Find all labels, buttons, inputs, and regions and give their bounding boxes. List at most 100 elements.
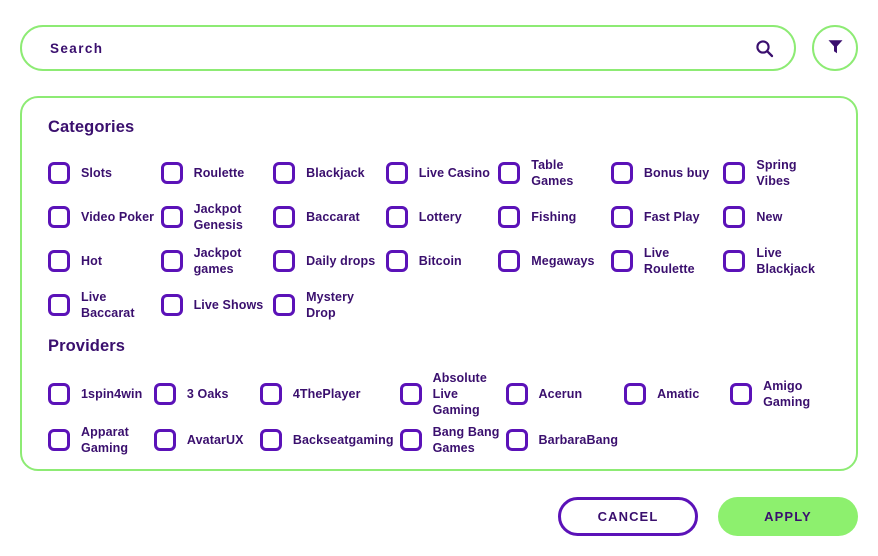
provider-checkbox[interactable] bbox=[399, 429, 422, 451]
category-checkbox[interactable] bbox=[498, 206, 521, 228]
provider-item[interactable]: Apparat Gaming bbox=[48, 418, 148, 462]
category-checkbox[interactable] bbox=[385, 250, 408, 272]
category-checkbox[interactable] bbox=[273, 294, 296, 316]
category-label: Video Poker bbox=[81, 210, 155, 224]
search-row bbox=[20, 25, 858, 71]
providers-grid: 1spin4win 3 Oaks 4ThePlayer Absolute Live G… bbox=[48, 370, 830, 462]
category-checkbox[interactable] bbox=[160, 162, 183, 184]
provider-item[interactable]: BarbaraBang bbox=[505, 418, 619, 462]
category-item[interactable]: Video Poker bbox=[48, 195, 155, 239]
provider-checkbox[interactable] bbox=[399, 383, 422, 405]
provider-checkbox[interactable] bbox=[259, 429, 282, 451]
category-checkbox[interactable] bbox=[48, 250, 70, 272]
provider-item[interactable]: Acerun bbox=[505, 370, 619, 418]
category-label: Spring Vibes bbox=[756, 158, 797, 188]
category-checkbox[interactable] bbox=[610, 162, 633, 184]
category-checkbox[interactable] bbox=[273, 250, 296, 272]
provider-item[interactable]: 4ThePlayer bbox=[259, 370, 394, 418]
categories-title: Categories bbox=[48, 118, 135, 136]
category-item[interactable]: Lottery bbox=[385, 195, 493, 239]
category-item[interactable]: Table Games bbox=[498, 151, 605, 195]
search-box[interactable] bbox=[20, 25, 796, 71]
category-item[interactable]: New bbox=[723, 195, 830, 239]
provider-item[interactable]: Absolute Live Gaming bbox=[399, 370, 500, 418]
category-label: Hot bbox=[81, 254, 103, 268]
category-item[interactable]: Bonus buy bbox=[610, 151, 718, 195]
category-label: Daily drops bbox=[306, 254, 376, 268]
category-item[interactable]: Live Baccarat bbox=[48, 283, 155, 327]
category-item[interactable]: Bitcoin bbox=[385, 239, 493, 283]
category-item[interactable]: Spring Vibes bbox=[723, 151, 830, 195]
category-checkbox[interactable] bbox=[160, 206, 183, 228]
search-input[interactable] bbox=[48, 26, 752, 70]
category-item[interactable]: Jackpot games bbox=[160, 239, 268, 283]
filter-button[interactable] bbox=[812, 25, 858, 71]
dialog-footer: CANCEL APPLY bbox=[20, 496, 858, 536]
provider-checkbox[interactable] bbox=[48, 383, 70, 405]
category-label: Jackpot Genesis bbox=[193, 202, 243, 232]
category-checkbox[interactable] bbox=[723, 162, 746, 184]
category-label: Blackjack bbox=[306, 166, 365, 180]
category-item[interactable]: Roulette bbox=[160, 151, 268, 195]
provider-item[interactable]: AvatarUX bbox=[153, 418, 254, 462]
category-checkbox[interactable] bbox=[610, 206, 633, 228]
categories-section: Categories Slots Roulette Blackjack Live Ca… bbox=[48, 118, 830, 327]
provider-label: Amatic bbox=[657, 387, 700, 401]
category-checkbox[interactable] bbox=[160, 294, 183, 316]
provider-checkbox[interactable] bbox=[505, 429, 528, 451]
category-item[interactable]: Live Roulette bbox=[610, 239, 718, 283]
provider-item[interactable]: Backseatgaming bbox=[259, 418, 394, 462]
category-item[interactable]: Fishing bbox=[498, 195, 605, 239]
category-checkbox[interactable] bbox=[48, 294, 70, 316]
providers-title: Providers bbox=[48, 337, 126, 355]
category-checkbox[interactable] bbox=[498, 162, 521, 184]
provider-checkbox[interactable] bbox=[259, 383, 282, 405]
category-item[interactable]: Jackpot Genesis bbox=[160, 195, 268, 239]
apply-button[interactable]: APPLY bbox=[718, 496, 858, 536]
provider-label: BarbaraBang bbox=[538, 433, 619, 447]
provider-item[interactable]: Amigo Gaming bbox=[730, 370, 830, 418]
category-item[interactable]: Live Shows bbox=[160, 283, 268, 327]
provider-checkbox[interactable] bbox=[48, 429, 70, 451]
category-checkbox[interactable] bbox=[48, 162, 70, 184]
category-item[interactable]: Hot bbox=[48, 239, 155, 283]
category-label: Live Baccarat bbox=[81, 290, 135, 320]
provider-checkbox[interactable] bbox=[505, 383, 528, 405]
category-item[interactable]: Megaways bbox=[498, 239, 605, 283]
category-item[interactable]: Live Blackjack bbox=[723, 239, 830, 283]
category-checkbox[interactable] bbox=[723, 250, 746, 272]
category-checkbox[interactable] bbox=[273, 162, 296, 184]
filter-panel: Categories Slots Roulette Blackjack Live Ca… bbox=[20, 96, 858, 471]
category-checkbox[interactable] bbox=[723, 206, 746, 228]
provider-item[interactable]: Bang Bang Games bbox=[399, 418, 500, 462]
category-item[interactable]: Fast Play bbox=[610, 195, 718, 239]
category-item[interactable]: Baccarat bbox=[273, 195, 380, 239]
category-label: Baccarat bbox=[306, 210, 360, 224]
provider-item[interactable]: Amatic bbox=[624, 370, 724, 418]
category-checkbox[interactable] bbox=[273, 206, 296, 228]
category-checkbox[interactable] bbox=[498, 250, 521, 272]
category-checkbox[interactable] bbox=[610, 250, 633, 272]
category-checkbox[interactable] bbox=[385, 206, 408, 228]
category-item[interactable]: Mystery Drop bbox=[273, 283, 380, 327]
provider-label: 1spin4win bbox=[81, 387, 143, 401]
category-label: Fast Play bbox=[643, 210, 700, 224]
category-checkbox[interactable] bbox=[48, 206, 70, 228]
category-item[interactable]: Blackjack bbox=[273, 151, 380, 195]
cancel-button[interactable]: CANCEL bbox=[558, 496, 698, 536]
category-item[interactable]: Slots bbox=[48, 151, 155, 195]
category-checkbox[interactable] bbox=[160, 250, 183, 272]
provider-checkbox[interactable] bbox=[153, 429, 176, 451]
provider-item[interactable]: 1spin4win bbox=[48, 370, 148, 418]
category-label: Megaways bbox=[531, 254, 595, 268]
provider-checkbox[interactable] bbox=[624, 383, 647, 405]
category-item[interactable]: Live Casino bbox=[385, 151, 493, 195]
provider-label: Backseatgaming bbox=[292, 433, 394, 447]
category-item[interactable]: Daily drops bbox=[273, 239, 380, 283]
provider-checkbox[interactable] bbox=[730, 383, 753, 405]
provider-checkbox[interactable] bbox=[153, 383, 176, 405]
category-checkbox[interactable] bbox=[385, 162, 408, 184]
category-label: Table Games bbox=[531, 158, 574, 188]
provider-item[interactable]: 3 Oaks bbox=[153, 370, 254, 418]
search-icon[interactable] bbox=[752, 36, 776, 60]
